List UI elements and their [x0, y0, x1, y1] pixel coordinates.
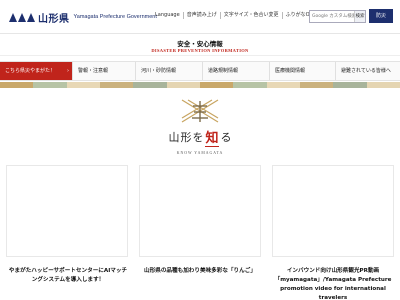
news-card-ai-matching[interactable] [6, 165, 128, 257]
caption-line: インバウンド向け山形県観光PR動画 [286, 268, 380, 274]
caption-line: やまがたハッピーサポートセンターにAIマッチ [8, 268, 128, 274]
safety-title: 安全・安心情報 [177, 40, 223, 48]
logo-pref-name-en: Yamagata Prefecture Government [73, 14, 157, 20]
search-box: 検索 [309, 10, 366, 23]
news-card-promo-video[interactable] [272, 165, 394, 257]
know-yamagata-title-en: KNOW YAMAGATA [176, 151, 224, 155]
know-yamagata-title: 山形を 知 る [150, 126, 250, 148]
safety-banner[interactable]: 安全・安心情報 DISASTER PREVENTION INFORMATION [0, 34, 400, 56]
language-link[interactable]: Language [155, 12, 183, 19]
caption-line: promotion video for international travel… [280, 286, 386, 300]
alert-item-medical[interactable]: 医療機関情報 [270, 62, 336, 80]
decorative-pattern-band [0, 82, 400, 88]
disaster-info-bar: こちら県災やまがた！ › 警報・注意報 河川・砂防情報 道路規制情報 医療機関情… [0, 61, 400, 81]
read-aloud-link[interactable]: 音声読み上げ [182, 12, 220, 19]
card-caption-apples[interactable]: 山形県の品種も加わり美味多彩な「りんご」 [137, 267, 263, 276]
logo-pref-name: 山形県 [38, 13, 70, 25]
alert-item-label: 警報・注意報 [78, 68, 109, 74]
know-yamagata-emblem-icon [181, 99, 219, 123]
alert-item-label: 河川・砂防情報 [141, 68, 177, 74]
alert-item-rivers[interactable]: 河川・砂防情報 [136, 62, 203, 80]
alert-item-kensai[interactable]: こちら県災やまがた！ › [0, 62, 73, 80]
safety-title-en: DISASTER PREVENTION INFORMATION [151, 48, 249, 53]
alert-item-evacuees[interactable]: 避難されている皆様へ [336, 62, 400, 80]
utility-nav: Language 音声読み上げ 文字サイズ・色合い変更 ふりがなON [155, 12, 316, 19]
know-title-key: 知 [205, 127, 219, 147]
text-size-color-link[interactable]: 文字サイズ・色合い変更 [219, 12, 282, 19]
alert-item-roads[interactable]: 道路規制情報 [203, 62, 270, 80]
card-caption-promo-video[interactable]: インバウンド向け山形県観光PR動画 「myamagata」/Yamagata P… [268, 267, 398, 300]
alert-item-label: 医療機関情報 [275, 68, 306, 74]
search-input[interactable] [310, 11, 354, 22]
caption-line: ングシステムを導入します！ [31, 277, 105, 283]
alert-item-warnings[interactable]: 警報・注意報 [73, 62, 136, 80]
disaster-prevention-button[interactable]: 防災 [369, 9, 393, 23]
alert-item-label: 道路規制情報 [208, 68, 239, 74]
card-caption-ai-matching[interactable]: やまがたハッピーサポートセンターにAIマッチ ングシステムを導入します！ [4, 267, 132, 285]
search-button[interactable]: 検索 [354, 11, 365, 22]
caption-line: 山形県の品種も加わり美味多彩な「りんご」 [144, 268, 256, 274]
site-logo[interactable]: 山形県 Yamagata Prefecture Government [9, 11, 157, 25]
know-title-pre: 山形を [168, 131, 205, 144]
know-title-post: る [220, 131, 232, 144]
alert-item-label: 避難されている皆様へ [341, 68, 391, 74]
caption-line: 「myamagata」/Yamagata Prefecture [274, 277, 392, 283]
site-header: 山形県 Yamagata Prefecture Government Langu… [0, 0, 400, 34]
news-card-apples[interactable] [139, 165, 261, 257]
yamagata-mountain-icon [9, 12, 35, 22]
alert-item-label: こちら県災やまがた！ [5, 68, 56, 74]
chevron-right-icon: › [67, 68, 69, 74]
